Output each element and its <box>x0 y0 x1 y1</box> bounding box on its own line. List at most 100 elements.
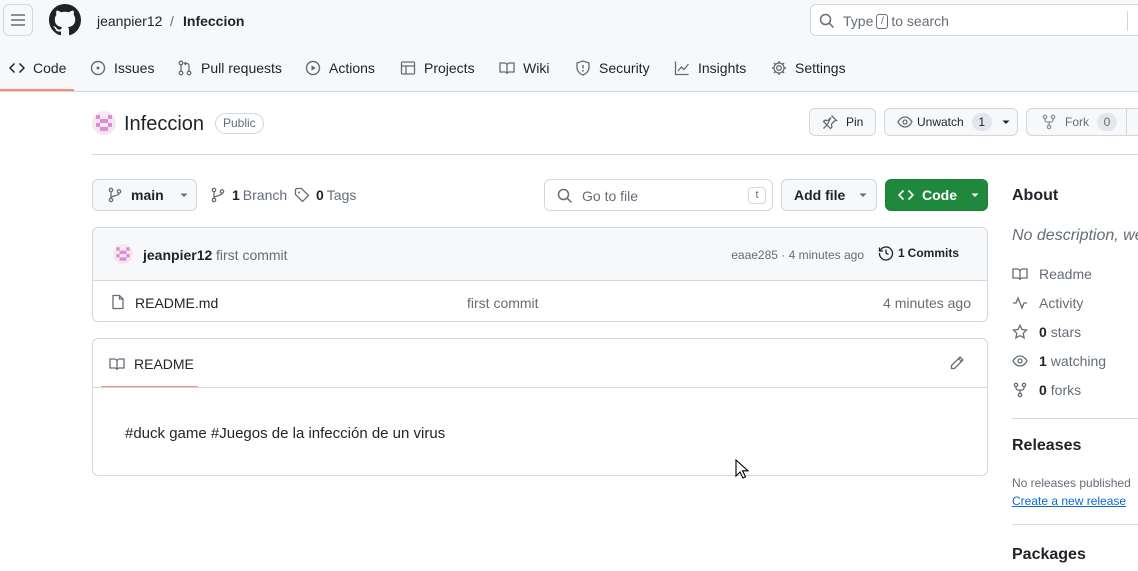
tab-issues[interactable]: Issues <box>90 52 154 84</box>
commits-history-link[interactable]: 1 Commits <box>878 245 959 261</box>
tab-wiki[interactable]: Wiki <box>499 52 549 84</box>
menu-button[interactable] <box>3 4 33 36</box>
code-dropdown-button[interactable]: Code <box>885 179 988 211</box>
history-icon <box>878 246 894 261</box>
breadcrumb-separator: / <box>170 13 174 29</box>
add-file-button[interactable]: Add file <box>781 179 877 211</box>
activity-link[interactable]: Activity <box>1012 294 1083 312</box>
commit-message[interactable]: first commit <box>216 247 288 263</box>
tab-label: Code <box>33 60 67 76</box>
search-shortcut-key: / <box>876 13 889 29</box>
tab-pull-requests[interactable]: Pull requests <box>177 52 282 84</box>
fork-counter: 0 <box>1097 113 1117 131</box>
readme-link[interactable]: Readme <box>1012 265 1092 283</box>
branch-name: main <box>131 187 164 203</box>
pin-label: Pin <box>846 115 864 129</box>
branch-icon <box>211 187 225 203</box>
tab-projects[interactable]: Projects <box>400 52 475 84</box>
stars-label: stars <box>1050 324 1082 340</box>
code-icon <box>9 62 25 74</box>
search-suffix: to search <box>891 13 949 29</box>
active-tab-underline <box>0 89 74 91</box>
activity-link-label: Activity <box>1039 295 1084 311</box>
tab-code[interactable]: Code <box>9 52 66 84</box>
tab-label: Issues <box>114 60 155 76</box>
file-commit-time: 4 minutes ago <box>883 295 971 311</box>
search-placeholder: Type / to search <box>843 13 949 29</box>
stars-link[interactable]: 0 stars <box>1012 323 1081 341</box>
tab-insights[interactable]: Insights <box>674 52 746 84</box>
caret-down-icon <box>859 193 867 197</box>
fork-icon <box>1013 382 1027 398</box>
readme-tab-label: README <box>134 356 194 372</box>
tags-link[interactable]: 0 Tags <box>294 186 356 204</box>
latest-commit-bar: jeanpier12 first commit eaae285 · 4 minu… <box>93 228 987 281</box>
tab-security[interactable]: Security <box>575 52 650 84</box>
unwatch-button[interactable]: Unwatch 1 <box>884 108 1018 136</box>
branches-link[interactable]: 1 Branch <box>210 186 287 204</box>
branch-select-button[interactable]: main <box>92 179 197 211</box>
go-to-file-input[interactable]: Go to file t <box>544 179 773 211</box>
file-browser: jeanpier12 first commit eaae285 · 4 minu… <box>92 227 988 322</box>
pin-button[interactable]: Pin <box>809 108 876 136</box>
create-release-link[interactable]: Create a new release <box>1012 494 1126 508</box>
go-to-file-placeholder: Go to file <box>582 188 639 204</box>
add-file-label: Add file <box>794 187 846 203</box>
watch-counter: 1 <box>971 113 992 131</box>
branch-count: 1 <box>232 187 240 203</box>
tab-label: Actions <box>329 60 375 76</box>
pencil-icon[interactable] <box>949 355 965 371</box>
tab-actions[interactable]: Actions <box>305 52 375 84</box>
graph-icon <box>674 61 690 76</box>
releases-heading[interactable]: Releases <box>1012 436 1081 456</box>
github-logo-icon[interactable] <box>49 4 81 36</box>
gear-icon <box>772 61 786 75</box>
caret-down-icon <box>971 193 979 197</box>
tag-label: Tags <box>326 187 357 203</box>
pulse-icon <box>1013 296 1027 310</box>
forks-label: forks <box>1050 382 1082 398</box>
fork-button[interactable]: Fork 0 <box>1026 108 1138 136</box>
file-commit-message[interactable]: first commit <box>467 295 539 311</box>
watching-label: watching <box>1050 353 1107 369</box>
play-icon <box>305 60 321 76</box>
readme-tab[interactable]: README <box>109 355 194 373</box>
star-icon <box>1012 324 1028 340</box>
branch-icon <box>108 187 122 203</box>
tab-settings[interactable]: Settings <box>771 52 846 84</box>
commit-author-avatar[interactable] <box>113 244 133 264</box>
tag-count: 0 <box>316 187 324 203</box>
commit-author[interactable]: jeanpier12 <box>143 247 212 263</box>
breadcrumb-owner[interactable]: jeanpier12 <box>97 12 162 30</box>
fork-split-divider <box>1126 108 1127 136</box>
commit-hash-time[interactable]: eaae285 · 4 minutes ago <box>731 248 864 262</box>
book-icon <box>499 62 515 75</box>
search-divider <box>1127 11 1128 31</box>
file-icon <box>112 294 124 310</box>
table-icon <box>400 61 416 75</box>
repo-title[interactable]: Infeccion <box>124 112 204 136</box>
search-icon <box>819 13 835 29</box>
branch-label: Branch <box>242 187 288 203</box>
readme-link-label: Readme <box>1039 266 1092 282</box>
tab-label: Insights <box>698 60 747 76</box>
breadcrumb-repo[interactable]: Infeccion <box>183 12 244 30</box>
file-row[interactable]: README.md first commit 4 minutes ago <box>93 281 987 321</box>
forks-link[interactable]: 0 forks <box>1012 381 1081 399</box>
sidebar-divider <box>1012 418 1138 419</box>
about-heading: About <box>1012 187 1059 204</box>
watching-link[interactable]: 1 watching <box>1012 352 1106 370</box>
book-icon <box>109 358 125 371</box>
repo-owner-avatar[interactable] <box>92 111 116 135</box>
forks-count: 0 <box>1039 382 1047 398</box>
eye-icon <box>1012 355 1028 367</box>
shield-icon <box>576 60 590 76</box>
search-input[interactable]: Type / to search <box>810 4 1138 36</box>
file-name[interactable]: README.md <box>135 295 218 311</box>
fork-icon <box>1042 114 1056 130</box>
packages-heading[interactable]: Packages <box>1012 545 1086 565</box>
readme-content: #duck game #Juegos de la infección de un… <box>125 425 446 442</box>
mouse-cursor-icon <box>735 459 749 479</box>
readme-panel: README #duck game #Juegos de la infecció… <box>92 338 988 476</box>
code-label: Code <box>922 187 957 203</box>
